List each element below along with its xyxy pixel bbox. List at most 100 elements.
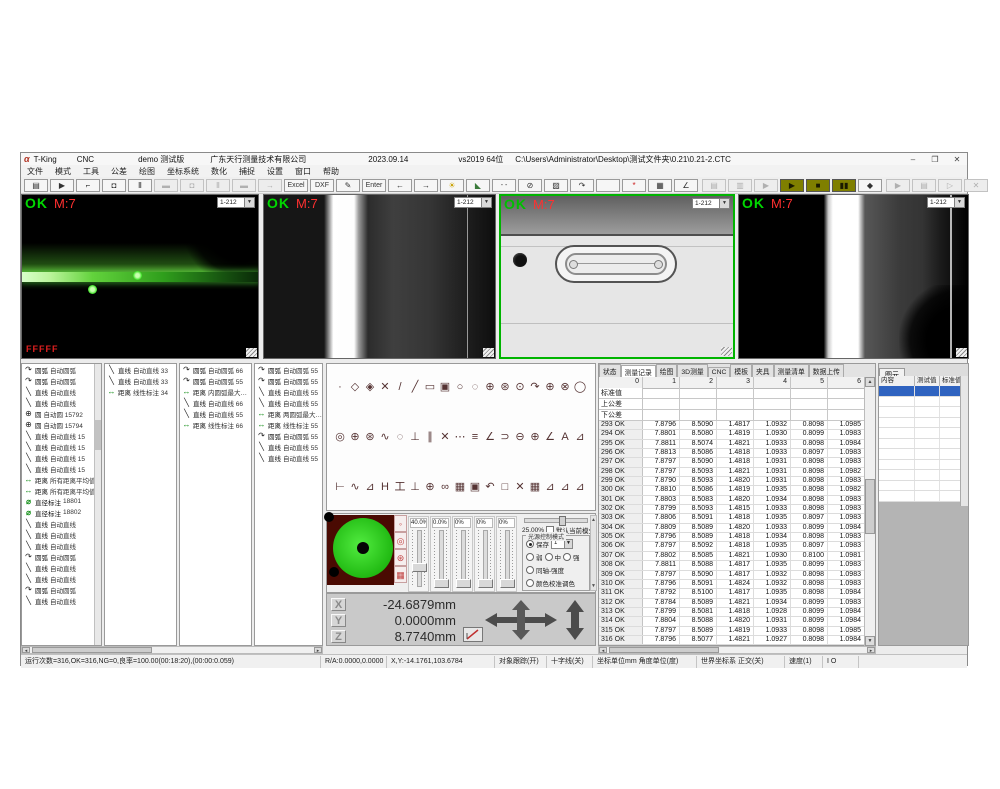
table-row[interactable]: 312 OK7.87848.50891.48211.09340.80991.09… (599, 599, 865, 608)
tool-icon-1-1[interactable]: · (333, 380, 347, 394)
table-row[interactable]: 297 OK7.87978.50901.48181.09310.80981.09… (599, 458, 865, 467)
element-item[interactable]: ╲直线自动直线 (22, 397, 101, 408)
element-item[interactable]: ↔距离内圆弧最大距离 (180, 386, 251, 397)
left-hscrollbar[interactable]: ◂▸ (21, 646, 323, 654)
menu-item-5[interactable]: 绘图 (133, 166, 161, 177)
element-item[interactable]: ↔距离所有距离平均值 (22, 485, 101, 496)
element-item[interactable]: ╲直线自动直线 55 (180, 408, 251, 419)
element-item[interactable]: ↷圆弧自动圆弧 55 (255, 430, 322, 441)
toolbar-probe-button[interactable]: ⌐ (76, 179, 100, 192)
table-row[interactable]: 313 OK7.87998.50811.48181.09280.80991.09… (599, 608, 865, 617)
ring-light-preview[interactable] (327, 515, 394, 585)
table-row[interactable]: 295 OK7.88118.50741.48211.09330.80981.09… (599, 440, 865, 449)
table-row[interactable]: 305 OK7.87968.50891.48181.09340.80981.09… (599, 533, 865, 542)
table-row[interactable]: 310 OK7.87968.50911.48241.09320.80981.09… (599, 580, 865, 589)
chevron-down-icon[interactable]: ▼ (719, 199, 729, 208)
toolbar-save-button[interactable]: ▤ (24, 179, 48, 192)
tool-icon-3-15[interactable]: ⊿ (543, 480, 557, 494)
tool-icon-2-8[interactable]: ✕ (438, 430, 452, 444)
ring-seg-4-button[interactable]: ▦ (394, 566, 407, 583)
tool-icon-2-10[interactable]: ≡ (468, 430, 482, 444)
camera-range-select[interactable]: 1-212▼ (454, 197, 492, 208)
tool-icon-2-4[interactable]: ∿ (378, 430, 392, 444)
tool-icon-3-2[interactable]: ∿ (348, 480, 362, 494)
table-row[interactable]: 300 OK7.88108.50861.48191.09350.80981.09… (599, 486, 865, 495)
xy-jog-arrows[interactable] (485, 600, 557, 645)
element-item[interactable]: ↔距离线性标注 66 (180, 419, 251, 430)
tool-icon-3-10[interactable]: ▣ (468, 480, 482, 494)
camera-range-select[interactable]: 1-212▼ (217, 197, 255, 208)
chevron-down-icon[interactable]: ▼ (564, 540, 572, 548)
toolbar-terrain-button[interactable]: ◣ (466, 179, 490, 192)
tool-icon-1-16[interactable]: ⊗ (558, 380, 572, 394)
tool-icon-1-17[interactable]: ◯ (573, 380, 587, 394)
menu-item-11[interactable]: 帮助 (317, 166, 345, 177)
tab-模板[interactable]: 模板 (730, 364, 752, 377)
elements-row[interactable] (879, 449, 963, 460)
element-item[interactable]: ↷圆弧自动圆弧 55 (255, 375, 322, 386)
element-item[interactable]: ⌀直径标注18802 (22, 507, 101, 518)
element-item[interactable]: ╲直线自动直线 33 (105, 375, 176, 386)
table-row[interactable]: 302 OK7.87998.50931.48151.09330.80981.09… (599, 505, 865, 514)
elements-row[interactable] (879, 470, 963, 481)
table-row[interactable]: 309 OK7.87978.50901.48171.09320.80981.09… (599, 571, 865, 580)
scrollbar[interactable] (94, 364, 101, 645)
elements-row[interactable] (879, 428, 963, 439)
tool-icon-2-7[interactable]: ∥ (423, 430, 437, 444)
slider-thumb[interactable] (456, 579, 471, 588)
zoom-slider[interactable] (524, 518, 588, 523)
toolbar-barcode-button[interactable]: ▦ (648, 179, 672, 192)
coaxial-radio[interactable] (526, 566, 534, 574)
tool-icon-3-8[interactable]: ∞ (438, 480, 452, 494)
tool-icon-3-4[interactable]: H (378, 480, 392, 494)
scroll-left-icon[interactable]: ◂ (599, 647, 607, 653)
camera-view-1[interactable]: OK M:7 FFFFF 1-212▼ (21, 194, 259, 359)
table-row[interactable]: 298 OK7.87978.50931.48211.09310.80981.09… (599, 468, 865, 477)
ring-seg-1-button[interactable]: ◦ (394, 515, 407, 532)
tool-icon-2-17[interactable]: ⊿ (573, 430, 587, 444)
tool-icon-1-14[interactable]: ↷ (528, 380, 542, 394)
element-item[interactable]: ↔距离线性标注 34 (105, 386, 176, 397)
tool-icon-3-6[interactable]: ⊥ (408, 480, 422, 494)
element-item[interactable]: ╲直线自动直线 (22, 529, 101, 540)
tool-icon-1-15[interactable]: ⊕ (543, 380, 557, 394)
tab-夹具[interactable]: 夹具 (752, 364, 774, 377)
tool-icon-2-14[interactable]: ⊕ (528, 430, 542, 444)
element-item[interactable]: ╲直线自动直线 15 (22, 463, 101, 474)
level-strong-radio[interactable] (563, 553, 571, 561)
element-item[interactable]: ↷圆弧自动圆弧 (22, 364, 101, 375)
table-row[interactable]: 314 OK7.88048.50881.48201.09310.80991.09… (599, 617, 865, 626)
z-jog-arrows[interactable] (565, 600, 585, 645)
toolbar-dash-button[interactable]: - - (492, 179, 516, 192)
elements-row[interactable] (879, 439, 963, 450)
resize-grip[interactable] (483, 348, 494, 357)
element-item[interactable]: ↔距离两圆弧最大距离 (255, 408, 322, 419)
toolbar-light-button[interactable]: ☀ (440, 179, 464, 192)
diagonal-move-button[interactable] (463, 627, 483, 642)
element-item[interactable]: ╲直线自动直线 33 (105, 364, 176, 375)
elements-row[interactable] (879, 491, 963, 502)
table-row[interactable]: 301 OK7.88038.50831.48201.09340.80981.09… (599, 496, 865, 505)
element-item[interactable]: ↔距离线性标注 55 (255, 419, 322, 430)
menu-item-10[interactable]: 窗口 (289, 166, 317, 177)
table-row[interactable]: 307 OK7.88028.50851.48211.09300.81001.09… (599, 552, 865, 561)
tool-icon-3-5[interactable]: 工 (393, 480, 407, 494)
scroll-right-icon[interactable]: ▸ (314, 647, 322, 653)
element-item[interactable]: ╲直线自动直线 (22, 595, 101, 606)
toolbar-magnifier-button[interactable]: ⊘ (518, 179, 542, 192)
level-weak-radio[interactable] (526, 553, 534, 561)
scroll-right-icon[interactable]: ▸ (867, 647, 875, 653)
resize-grip[interactable] (246, 348, 257, 357)
element-item[interactable]: ╲直线自动直线 (22, 540, 101, 551)
element-item[interactable]: ╲直线自动直线 66 (180, 397, 251, 408)
element-item[interactable]: ↷圆弧自动圆弧 (22, 584, 101, 595)
tool-icon-2-12[interactable]: ⊃ (498, 430, 512, 444)
element-item[interactable]: ⊕圆自动圆 15792 (22, 408, 101, 419)
tool-icon-1-9[interactable]: ○ (453, 380, 467, 394)
tool-icon-1-3[interactable]: ◈ (363, 380, 377, 394)
element-item[interactable]: ↷圆弧自动圆弧 66 (180, 364, 251, 375)
element-item[interactable]: ╲直线自动直线 (22, 562, 101, 573)
slider-thumb[interactable] (478, 579, 493, 588)
element-item[interactable]: ╲直线自动直线 (22, 573, 101, 584)
elements-row[interactable] (879, 407, 963, 418)
